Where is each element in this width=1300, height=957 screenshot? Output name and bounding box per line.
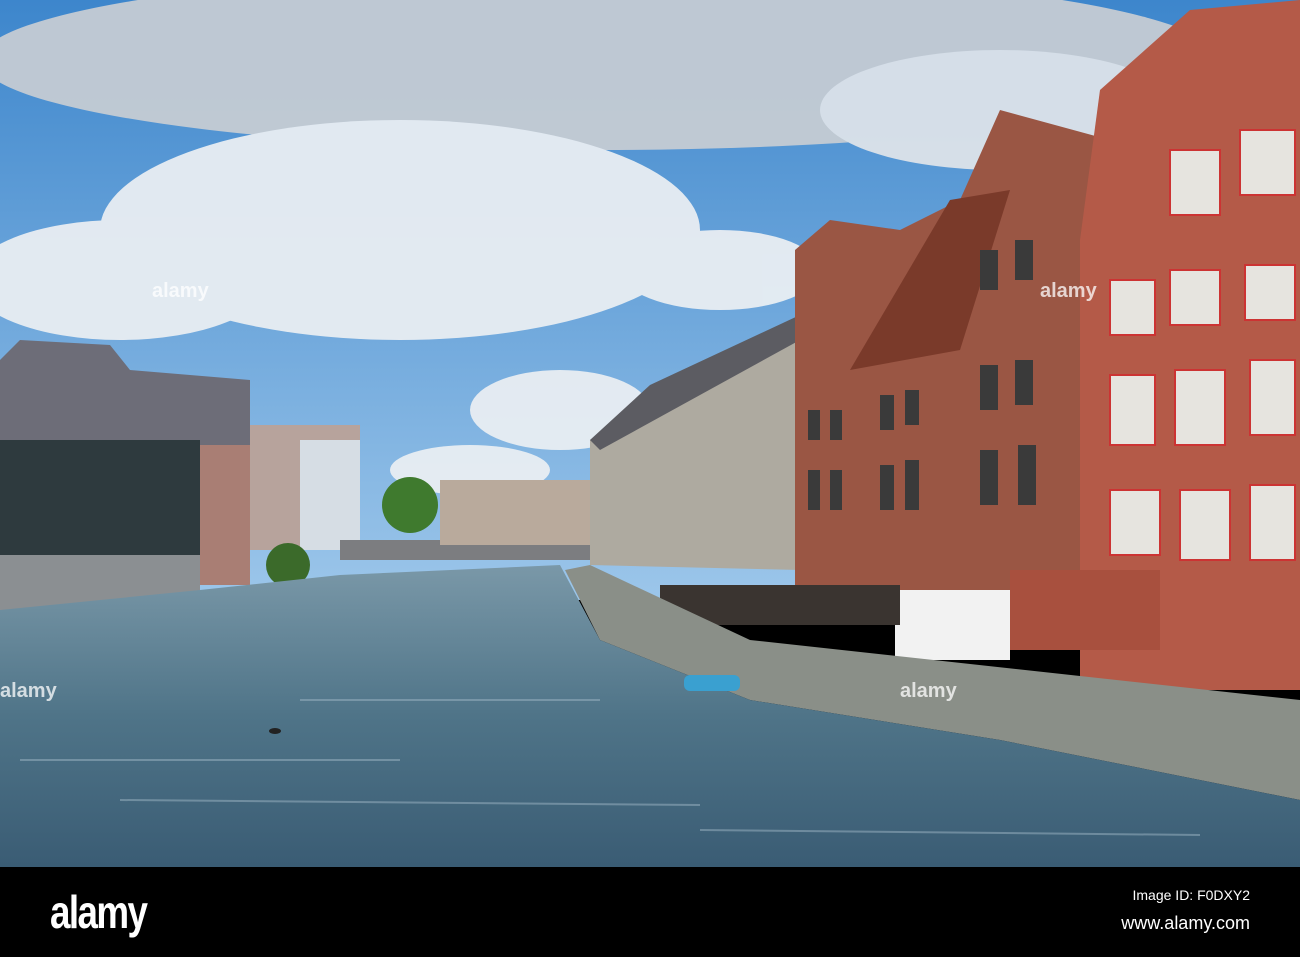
rowboat	[684, 675, 740, 691]
watermark-text: alamy	[900, 680, 957, 702]
alamy-logo: alamy	[50, 886, 148, 938]
website-link: www.alamy.com	[1121, 913, 1250, 933]
watermark-text: alamy	[1040, 280, 1097, 302]
watermark-text: alamy	[152, 280, 209, 302]
duck	[269, 728, 281, 734]
canal-photo	[0, 0, 1300, 867]
footer-bar: alamy Image ID: F0DXY2 www.alamy.com	[0, 867, 1300, 957]
image-id: Image ID: F0DXY2	[1132, 887, 1251, 903]
watermark-text: alamy	[0, 680, 57, 702]
canal-scene	[0, 0, 1300, 867]
